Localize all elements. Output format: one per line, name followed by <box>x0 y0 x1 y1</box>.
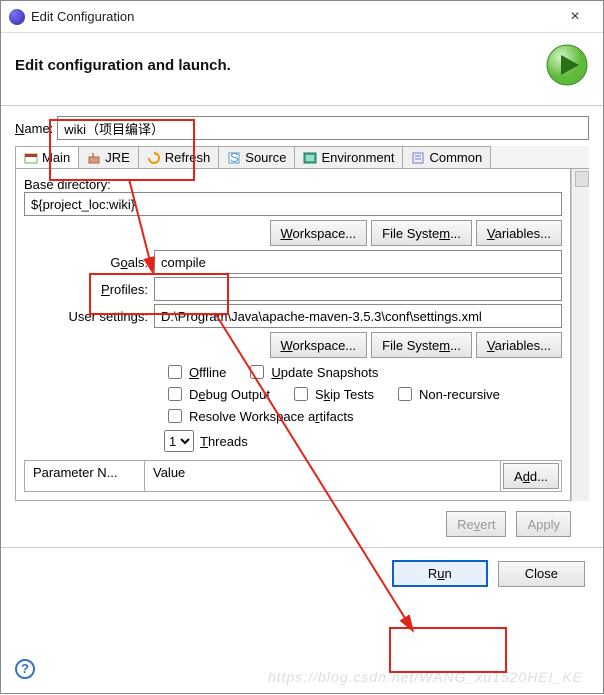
debug-output-checkbox[interactable]: Debug Output <box>164 384 270 404</box>
tab-bar: Main JRE Refresh S Source Environment Com… <box>15 146 589 169</box>
threads-select[interactable]: 1 <box>164 430 194 452</box>
tab-jre-label: JRE <box>105 150 130 165</box>
refresh-icon <box>147 151 161 165</box>
workspace-button-2[interactable]: Workspace... <box>270 332 368 358</box>
run-button[interactable]: Run <box>392 560 488 587</box>
update-snapshots-checkbox[interactable]: Update Snapshots <box>246 362 378 382</box>
workspace-button-1[interactable]: Workspace... <box>270 220 368 246</box>
tab-common-label: Common <box>429 150 482 165</box>
source-icon: S <box>227 151 241 165</box>
basedir-input[interactable] <box>24 192 562 216</box>
svg-text:S: S <box>230 151 239 165</box>
parameter-table: Parameter N... Value Add... <box>24 460 562 492</box>
goals-label: Goals: <box>24 255 154 270</box>
page-heading: Edit configuration and launch. <box>15 57 545 74</box>
apply-button[interactable]: Apply <box>516 511 571 537</box>
resolve-workspace-checkbox[interactable]: Resolve Workspace artifacts <box>164 406 354 426</box>
tab-source-label: Source <box>245 150 286 165</box>
tab-common[interactable]: Common <box>402 146 491 168</box>
app-icon <box>9 9 25 25</box>
profiles-label: Profiles: <box>24 282 154 297</box>
name-label: Name: <box>15 121 53 136</box>
tab-environment[interactable]: Environment <box>294 146 403 168</box>
param-col-value[interactable]: Value <box>145 461 501 491</box>
jre-icon <box>87 151 101 165</box>
name-input[interactable] <box>57 116 589 140</box>
usersettings-label: User settings: <box>24 309 154 324</box>
tab-environment-label: Environment <box>321 150 394 165</box>
offline-checkbox[interactable]: Offline <box>164 362 226 382</box>
param-col-name[interactable]: Parameter N... <box>25 461 145 491</box>
filesystem-button-2[interactable]: File System... <box>371 332 472 358</box>
threads-label: Threads <box>200 434 248 449</box>
run-icon <box>545 43 589 87</box>
revert-button[interactable]: Revert <box>446 511 506 537</box>
close-button[interactable]: Close <box>498 561 585 587</box>
tab-main[interactable]: Main <box>15 146 79 168</box>
main-icon <box>24 151 38 165</box>
skip-tests-checkbox[interactable]: Skip Tests <box>290 384 374 404</box>
common-icon <box>411 151 425 165</box>
filesystem-button-1[interactable]: File System... <box>371 220 472 246</box>
window-title: Edit Configuration <box>31 9 555 24</box>
tab-refresh-label: Refresh <box>165 150 211 165</box>
basedir-label: Base directory: <box>24 177 562 192</box>
environment-icon <box>303 151 317 165</box>
variables-button-2[interactable]: Variables... <box>476 332 562 358</box>
watermark: https://blog.csdn.net/WANG_xu1520HEI_KE <box>268 669 583 685</box>
close-icon[interactable]: × <box>555 8 595 26</box>
profiles-input[interactable] <box>154 277 562 301</box>
variables-button-1[interactable]: Variables... <box>476 220 562 246</box>
add-button[interactable]: Add... <box>503 463 559 489</box>
tab-refresh[interactable]: Refresh <box>138 146 220 168</box>
usersettings-input[interactable] <box>154 304 562 328</box>
tab-source[interactable]: S Source <box>218 146 295 168</box>
help-icon[interactable]: ? <box>15 659 35 679</box>
tab-jre[interactable]: JRE <box>78 146 139 168</box>
tab-main-label: Main <box>42 150 70 165</box>
goals-input[interactable] <box>154 250 562 274</box>
scrollbar[interactable] <box>571 169 589 501</box>
non-recursive-checkbox[interactable]: Non-recursive <box>394 384 500 404</box>
